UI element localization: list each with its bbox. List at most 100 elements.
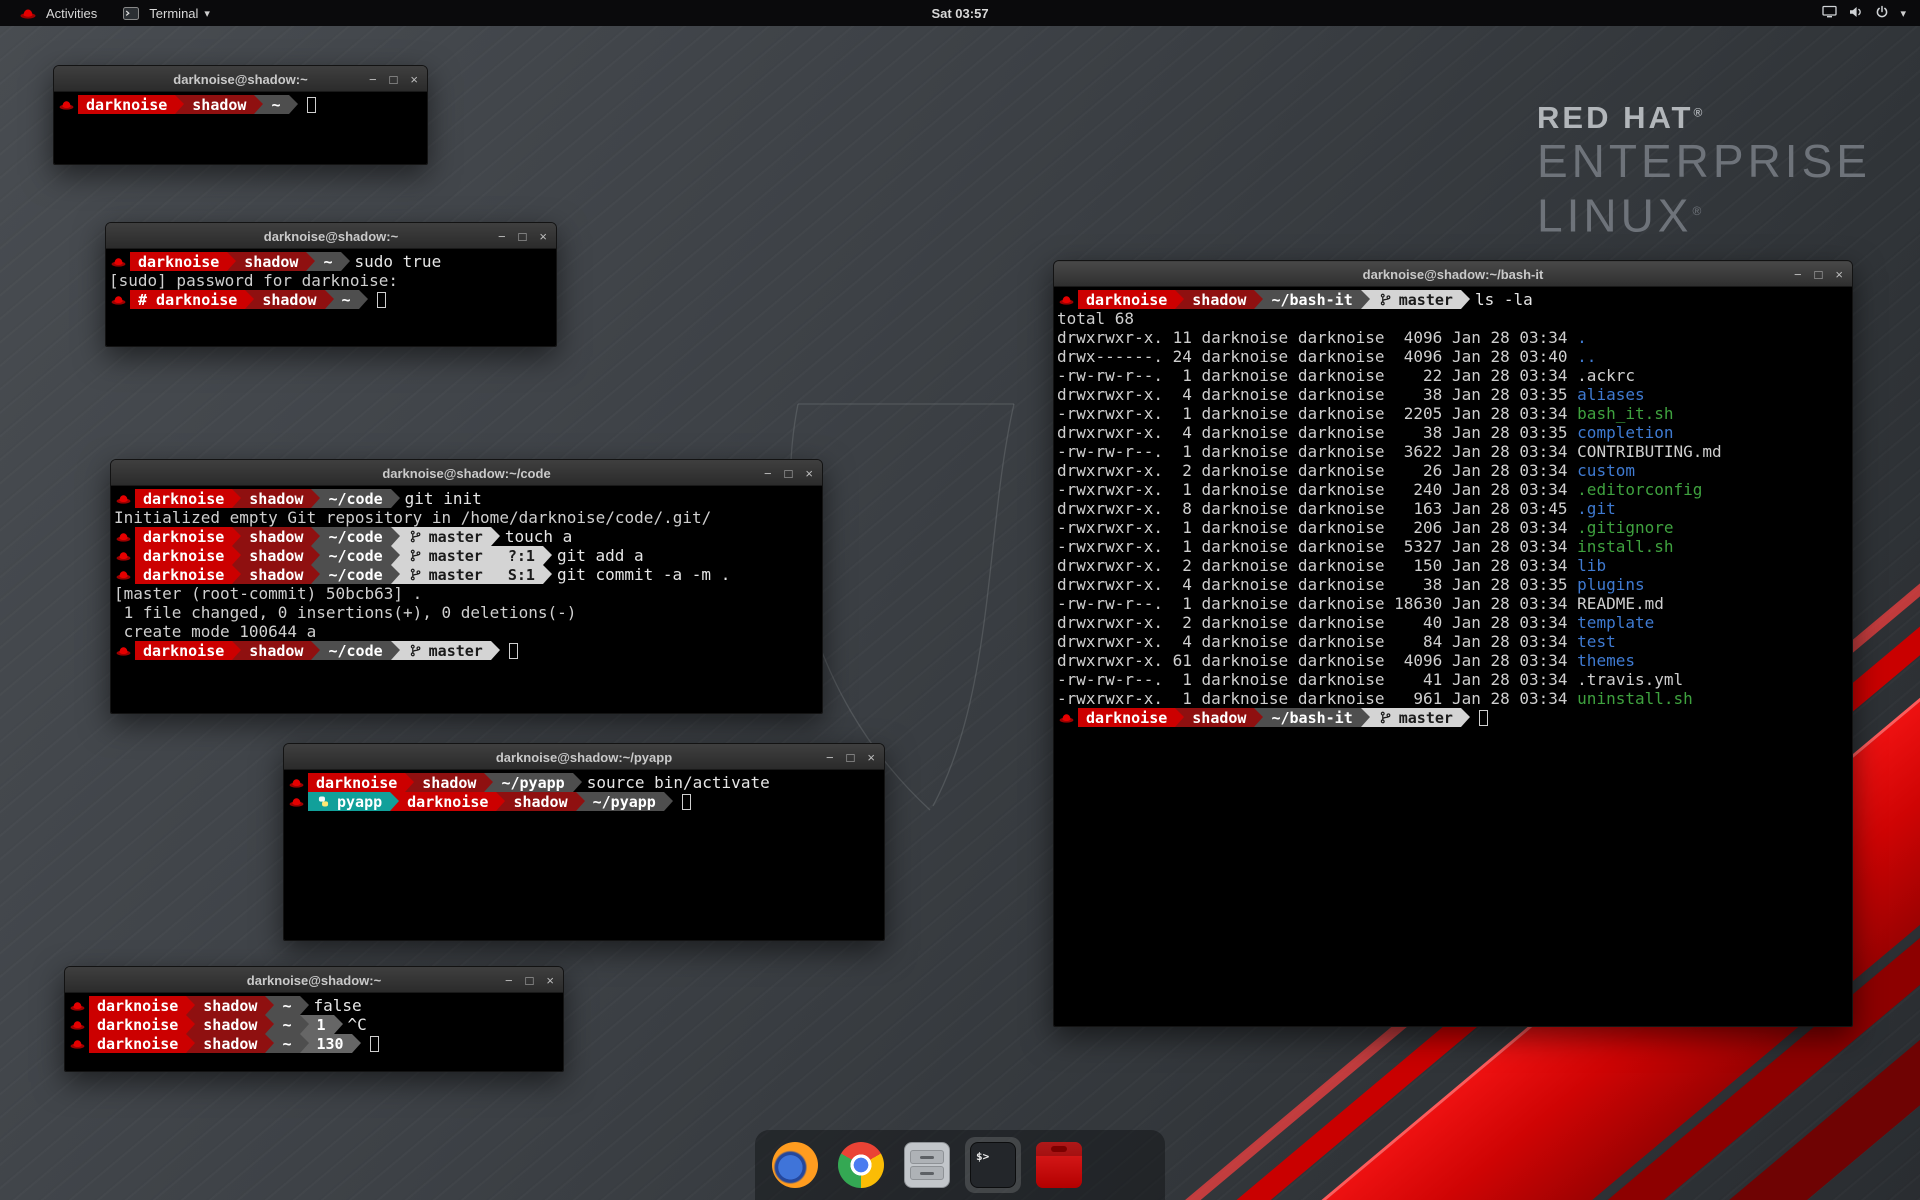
close-button[interactable]: × [546, 974, 554, 987]
window-title: darknoise@shadow:~/pyapp [496, 750, 672, 765]
minimize-button[interactable]: − [505, 974, 513, 987]
prompt-segment-text: shadow [1192, 709, 1246, 727]
path-segment: ~ [263, 95, 288, 114]
terminal-line: drwxrwxr-x. 11 darknoise darknoise 4096 … [1057, 328, 1852, 347]
prompt-segment-text: master [429, 547, 483, 565]
terminal-content[interactable]: darknoiseshadow~ [54, 92, 427, 164]
activities-button[interactable]: Activities [6, 0, 109, 26]
host-segment: shadow [195, 1034, 265, 1053]
close-button[interactable]: × [1835, 268, 1843, 281]
minimize-button[interactable]: − [826, 751, 834, 764]
window-titlebar[interactable]: darknoise@shadow:~−□× [65, 967, 563, 993]
terminal-content[interactable]: darknoiseshadow~/codegit initInitialized… [111, 486, 822, 713]
maximize-button[interactable]: □ [519, 230, 527, 243]
git-branch-segment: master [400, 527, 491, 546]
path-segment: ~ [274, 1015, 299, 1034]
toolbox-dock-button[interactable] [1031, 1137, 1087, 1193]
toolbox-icon [1036, 1142, 1082, 1188]
files-dock-button[interactable] [899, 1137, 955, 1193]
prompt-segment-text: darknoise [138, 253, 219, 271]
maximize-button[interactable]: □ [526, 974, 534, 987]
terminal-content[interactable]: darknoiseshadow~falsedarknoiseshadow~1^C… [65, 993, 563, 1071]
system-menu[interactable]: ▾ [1808, 0, 1920, 26]
powerline-separator-icon [1175, 290, 1184, 309]
git-branch-segment: master [400, 546, 491, 565]
terminal-line: darknoiseshadow~/codemasterS:1git commit… [114, 565, 822, 584]
user-segment: darknoise [1078, 290, 1175, 309]
powerline-separator-icon [576, 792, 585, 811]
powerline-separator-icon [543, 565, 552, 584]
terminal-content[interactable]: darknoiseshadow~sudo true[sudo] password… [106, 249, 556, 346]
chrome-dock-button[interactable] [833, 1137, 889, 1193]
output-text: bash_it.sh [1577, 404, 1673, 423]
terminal-line: drwx------. 24 darknoise darknoise 4096 … [1057, 347, 1852, 366]
close-button[interactable]: × [805, 467, 813, 480]
app-menu-terminal[interactable]: Terminal ▾ [109, 0, 222, 26]
powerline-separator-icon [232, 565, 241, 584]
close-button[interactable]: × [867, 751, 875, 764]
maximize-button[interactable]: □ [785, 467, 793, 480]
prompt-segment-text: ~/bash-it [1271, 291, 1352, 309]
user-segment: darknoise [135, 565, 232, 584]
minimize-button[interactable]: − [764, 467, 772, 480]
window-controls: −□ × [1794, 262, 1843, 286]
redhat-icon [70, 1000, 85, 1011]
terminal-content[interactable]: darknoiseshadow~/bash-itmasterls -latota… [1054, 287, 1852, 1026]
close-button[interactable]: × [410, 73, 418, 86]
path-segment: ~ [315, 252, 340, 271]
maximize-button[interactable]: □ [847, 751, 855, 764]
terminal-line: # darknoiseshadow~ [109, 290, 556, 309]
path-segment: ~ [274, 996, 299, 1015]
powerline-separator-icon [311, 565, 320, 584]
terminal-line: darknoiseshadow~/codemastertouch a [114, 527, 822, 546]
host-segment: shadow [1184, 708, 1254, 727]
output-text: template [1577, 613, 1654, 632]
terminal-content[interactable]: darknoiseshadow~/pyappsource bin/activat… [284, 770, 884, 940]
powerline-separator-icon [325, 290, 334, 309]
terminal-dock-button[interactable]: $> [965, 1137, 1021, 1193]
maximize-button[interactable]: □ [1815, 268, 1823, 281]
redhat-icon [116, 531, 131, 542]
prompt-segment-text: darknoise [143, 528, 224, 546]
powerline-separator-icon [1361, 708, 1370, 727]
path-segment: ~/pyapp [493, 773, 572, 792]
git-status-segment: ?:1 [500, 546, 543, 565]
minimize-button[interactable]: − [369, 73, 377, 86]
prompt-segment-text: shadow [249, 642, 303, 660]
powerline-separator-icon [186, 996, 195, 1015]
maximize-button[interactable]: □ [390, 73, 398, 86]
terminal-line: darknoiseshadow~ [57, 95, 427, 114]
terminal-cursor [682, 794, 691, 810]
powerline-separator-icon [1461, 708, 1470, 727]
redhat-icon [59, 99, 74, 110]
powerline-separator-icon [232, 546, 241, 565]
window-titlebar[interactable]: darknoise@shadow:~/pyapp −□ × [284, 744, 884, 770]
prompt-segment-text: master [429, 566, 483, 584]
prompt-segment-text: shadow [249, 566, 303, 584]
terminal-line: drwxrwxr-x. 4 darknoise darknoise 84 Jan… [1057, 632, 1852, 651]
terminal-line: darknoiseshadow~false [68, 996, 563, 1015]
command-text: ls -la [1470, 290, 1533, 309]
host-segment: shadow [1184, 290, 1254, 309]
window-titlebar[interactable]: darknoise@shadow:~/code−□× [111, 460, 822, 486]
window-controls: −□ × [369, 67, 418, 91]
app-grid-dock-button[interactable] [1097, 1137, 1153, 1193]
powerline-separator-icon [334, 1015, 343, 1034]
minimize-button[interactable]: − [1794, 268, 1802, 281]
output-text: -rw-rw-r--. 1 darknoise darknoise 18630 … [1057, 594, 1577, 613]
clock[interactable]: Sat 03:57 [931, 6, 988, 21]
window-titlebar[interactable]: darknoise@shadow:~−□× [54, 66, 427, 92]
minimize-button[interactable]: − [498, 230, 506, 243]
terminal-line: darknoiseshadow~/bash-itmasterls -la [1057, 290, 1852, 309]
prompt-segment-text: darknoise [1086, 709, 1167, 727]
firefox-dock-button[interactable] [767, 1137, 823, 1193]
prompt-segment-text: ?:1 [508, 547, 535, 565]
git-branch-icon [1380, 711, 1391, 724]
window-titlebar[interactable]: darknoise@shadow:~/bash-it−□× [1054, 261, 1852, 287]
prompt-segment-text: darknoise [1086, 291, 1167, 309]
terminal-line: -rw-rw-r--. 1 darknoise darknoise 41 Jan… [1057, 670, 1852, 689]
window-titlebar[interactable]: darknoise@shadow:~−□× [106, 223, 556, 249]
powerline-separator-icon [306, 252, 315, 271]
close-button[interactable]: × [539, 230, 547, 243]
host-segment: shadow [241, 565, 311, 584]
